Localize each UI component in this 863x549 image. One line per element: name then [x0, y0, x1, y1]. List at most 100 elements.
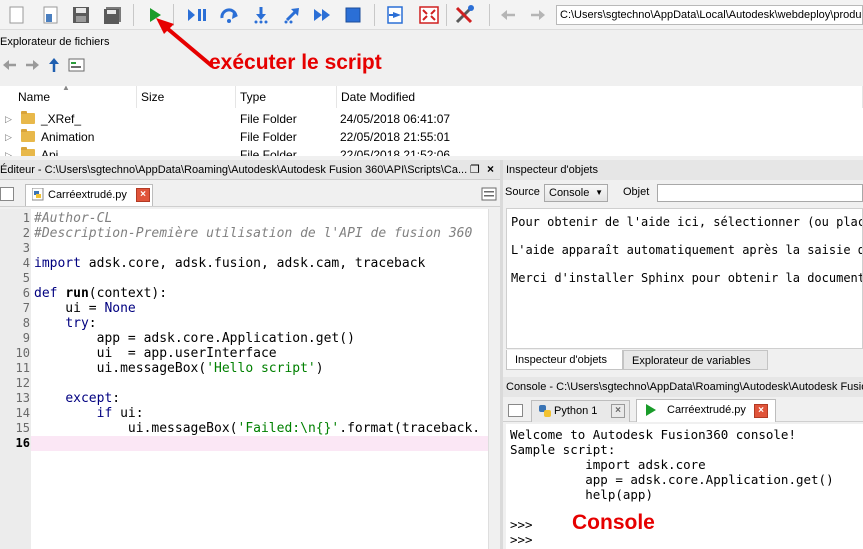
console-prompt: >>>: [510, 517, 533, 532]
tab-label: Python 1: [554, 405, 598, 417]
editor-scrollbar[interactable]: [488, 209, 500, 549]
inspector-title: Inspecteur d'objets: [503, 160, 863, 180]
object-input[interactable]: [657, 184, 863, 202]
console-line: Sample script:: [510, 442, 616, 457]
console-title: Console - C:\Users\sgtechno\AppData\Roam…: [503, 377, 863, 397]
source-label: Source: [505, 186, 540, 198]
save-icon[interactable]: [70, 4, 92, 26]
folder-icon: [21, 147, 35, 156]
step-into-icon[interactable]: [250, 4, 272, 26]
source-select[interactable]: Console ▼: [544, 184, 608, 202]
tab-label: Carréextrudé.py: [667, 404, 746, 416]
code-editor[interactable]: #Author-CL #Description-Première utilisa…: [31, 209, 488, 549]
step-out-icon[interactable]: [281, 4, 303, 26]
stop-icon[interactable]: [342, 4, 364, 26]
splitter[interactable]: [500, 160, 503, 549]
line-number: 2: [22, 226, 30, 240]
tab-list-icon[interactable]: [508, 404, 523, 417]
code-line: app = adsk.core.Application.get(): [34, 331, 355, 346]
run-icon: [645, 403, 657, 424]
current-line-highlight: [31, 436, 488, 451]
line-number: 12: [15, 376, 30, 390]
tab-carre-extrude[interactable]: Carréextrudé.py ×: [25, 184, 153, 206]
new-file-icon[interactable]: [6, 4, 28, 26]
line-number: 14: [15, 406, 30, 420]
annotation-console: Console: [572, 511, 655, 534]
file-name: _XRef_: [41, 112, 82, 126]
continue-icon[interactable]: [312, 4, 334, 26]
explorer-back-icon[interactable]: [2, 58, 18, 75]
close-tab-icon[interactable]: ×: [754, 404, 768, 418]
step-over-icon[interactable]: [218, 4, 240, 26]
expand-arrow-icon[interactable]: ▷: [5, 110, 12, 128]
fullscreen-icon[interactable]: [418, 4, 440, 26]
line-number: 6: [22, 286, 30, 300]
code-line: ui.messageBox('Failed:\n{}'.format(trace…: [34, 421, 481, 436]
line-number: 4: [22, 256, 30, 270]
editor-title: Éditeur - C:\Users\sgtechno\AppData\Roam…: [0, 160, 500, 180]
console-output[interactable]: Welcome to Autodesk Fusion360 console! S…: [506, 424, 863, 549]
console-tab-bar: Python 1 × Carréextrudé.py ×: [503, 398, 863, 422]
line-number: 15: [15, 421, 30, 435]
source-value: Console: [549, 187, 590, 199]
line-number: 8: [22, 316, 30, 330]
editor-title-text: Éditeur - C:\Users\sgtechno\AppData\Roam…: [0, 164, 468, 176]
console-line: Welcome to Autodesk Fusion360 console!: [510, 427, 796, 442]
code-line: ui = app.userInterface: [34, 346, 277, 361]
explorer-view-icon[interactable]: [68, 58, 86, 75]
tab-object-inspector[interactable]: Inspecteur d'objets: [506, 350, 623, 370]
python-icon: [538, 404, 552, 425]
help-line: Merci d'installer Sphinx pour obtenir la…: [511, 271, 863, 285]
console-line: import adsk.core: [510, 457, 706, 472]
expand-arrow-icon[interactable]: ▷: [5, 146, 12, 156]
column-header-size[interactable]: Size: [137, 86, 236, 108]
path-input[interactable]: C:\Users\sgtechno\AppData\Local\Autodesk…: [556, 5, 863, 25]
line-number: 10: [15, 346, 30, 360]
column-header-type[interactable]: Type: [236, 86, 337, 108]
tab-python-1[interactable]: Python 1 ×: [531, 400, 630, 422]
object-label: Objet: [623, 186, 650, 198]
code-line: if ui:: [96, 406, 144, 421]
code-line: ui.messageBox('Hello script'): [34, 361, 324, 376]
file-row[interactable]: ▷ _XRef_ File Folder 24/05/2018 06:41:07: [0, 110, 863, 128]
code-line: #Author-CL: [34, 211, 113, 226]
tab-label: Carréextrudé.py: [48, 189, 127, 201]
tab-list-icon[interactable]: [0, 187, 14, 201]
folder-icon: [21, 111, 35, 124]
export-icon[interactable]: [386, 4, 408, 26]
file-date: 22/05/2018 21:55:01: [340, 130, 451, 144]
file-type: File Folder: [240, 112, 297, 126]
file-row[interactable]: ▷ Animation File Folder 22/05/2018 21:55…: [0, 128, 863, 146]
close-panel-icon[interactable]: ×: [487, 162, 494, 176]
tools-icon[interactable]: [454, 4, 476, 26]
expand-arrow-icon[interactable]: ▷: [5, 128, 12, 146]
line-number: 5: [22, 271, 30, 285]
editor-tab-bar: Carréextrudé.py ×: [0, 181, 500, 207]
file-name: Api: [41, 148, 59, 156]
line-number: 1: [22, 211, 30, 225]
restore-window-icon[interactable]: ❐: [470, 163, 480, 176]
file-type: File Folder: [240, 130, 297, 144]
file-date: 22/05/2018 21:52:06: [340, 148, 451, 156]
close-tab-icon[interactable]: ×: [136, 188, 150, 202]
tab-carre-extrude-console[interactable]: Carréextrudé.py ×: [636, 399, 776, 422]
inspector-help-text: Pour obtenir de l'aide ici, sélectionner…: [506, 208, 863, 349]
close-tab-icon[interactable]: ×: [611, 404, 625, 418]
help-line: L'aide apparaît automatiquement après la…: [511, 243, 863, 257]
editor-menu-icon[interactable]: [481, 187, 497, 204]
open-file-icon[interactable]: [40, 4, 62, 26]
code-line: except:: [65, 391, 121, 406]
explorer-forward-icon[interactable]: [24, 58, 40, 75]
file-row[interactable]: ▷ Api File Folder 22/05/2018 21:52:06: [0, 146, 863, 156]
save-all-icon[interactable]: [102, 4, 124, 26]
code-line: ui = None: [34, 301, 136, 316]
console-prompt: >>>: [510, 532, 533, 547]
back-arrow-icon[interactable]: [497, 4, 519, 26]
tab-variable-explorer[interactable]: Explorateur de variables: [623, 350, 768, 370]
explorer-up-icon[interactable]: [47, 57, 61, 76]
forward-arrow-icon[interactable]: [527, 4, 549, 26]
explorer-nav-bar: [0, 54, 863, 78]
chevron-down-icon: ▼: [595, 188, 603, 197]
column-header-date[interactable]: Date Modified: [337, 86, 863, 108]
code-line: #Description-Première utilisation de l'A…: [34, 226, 473, 241]
